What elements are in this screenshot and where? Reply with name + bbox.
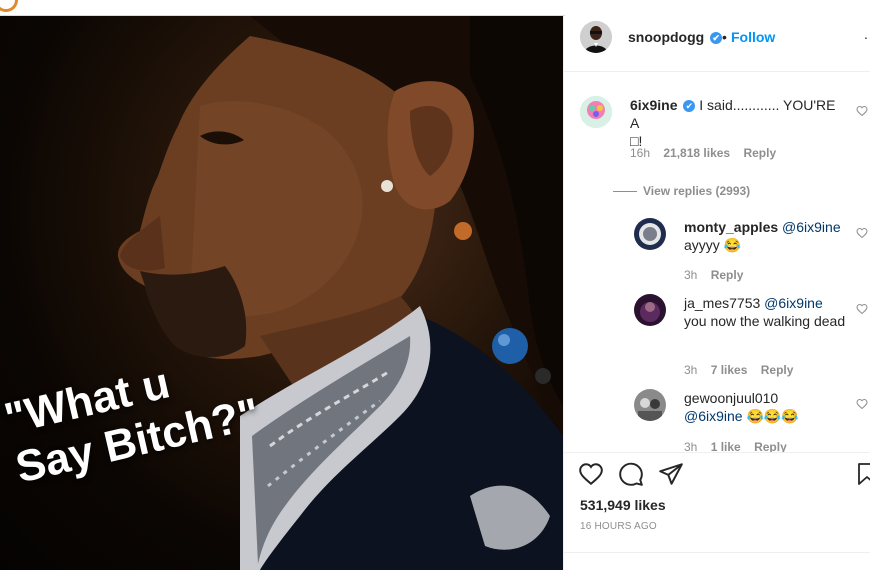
- reply-likes[interactable]: 1 like: [711, 440, 741, 452]
- author-username[interactable]: snoopdogg: [628, 29, 704, 45]
- reply-username[interactable]: ja_mes7753: [684, 295, 760, 311]
- like-reply-heart-icon[interactable]: [856, 303, 868, 315]
- story-ring-fragment: [0, 0, 18, 12]
- post-sidebar: snoopdogg ✔ • Follow ... 6ix9ine ✔ I sai…: [563, 16, 870, 570]
- view-replies-button[interactable]: View replies (2993): [613, 184, 751, 198]
- verified-icon: ✔: [710, 32, 723, 44]
- reply-age: 3h: [684, 440, 698, 452]
- reply-body: gewoonjuul010 @6ix9ine 😂😂😂: [684, 389, 849, 425]
- verified-icon: ✔: [683, 100, 696, 112]
- follow-button[interactable]: Follow: [731, 29, 775, 45]
- reply-text: 😂😂😂: [746, 408, 799, 424]
- reply-likes[interactable]: 7 likes: [711, 363, 748, 377]
- reply-mention[interactable]: @6ix9ine: [764, 295, 823, 311]
- post-actions: 531,949 likes 16 HOURS AGO: [564, 452, 870, 571]
- bookmark-icon[interactable]: [856, 461, 870, 487]
- post-timestamp[interactable]: 16 HOURS AGO: [580, 521, 657, 532]
- like-reply-heart-icon[interactable]: [856, 398, 868, 410]
- top-strip: [0, 0, 870, 16]
- reply-body: monty_apples @6ix9ine ayyyy 😂: [684, 218, 849, 254]
- comment-icon[interactable]: [618, 461, 644, 487]
- post-photo[interactable]: "What u Say Bitch?": [0, 16, 563, 570]
- divider: [564, 552, 870, 553]
- more-options-icon[interactable]: ...: [864, 26, 870, 42]
- like-reply-heart-icon[interactable]: [856, 227, 868, 239]
- reply-button[interactable]: Reply: [754, 440, 787, 452]
- view-replies-label: View replies (2993): [643, 184, 751, 198]
- comments-list: 6ix9ine ✔ I said............ YOU'RE A □!…: [564, 72, 870, 452]
- like-comment-heart-icon[interactable]: [856, 105, 868, 117]
- reply-age: 3h: [684, 268, 698, 282]
- post-header: snoopdogg ✔ • Follow ...: [564, 16, 870, 72]
- author-avatar[interactable]: [580, 21, 612, 53]
- comment-age: 16h: [630, 146, 651, 160]
- share-icon[interactable]: [658, 461, 684, 487]
- reply-age: 3h: [684, 363, 698, 377]
- reply-meta: 3h Reply: [684, 268, 753, 282]
- commenter-avatar[interactable]: [580, 96, 612, 128]
- author-username-row: snoopdogg ✔: [628, 29, 723, 45]
- replier-avatar-image: [634, 389, 666, 421]
- replier-avatar-image: [634, 294, 666, 326]
- comment-username[interactable]: 6ix9ine: [630, 97, 677, 113]
- reply-text: you now the walking dead: [684, 313, 846, 329]
- heart-icon[interactable]: [578, 461, 604, 487]
- reply-meta: 3h 7 likes Reply: [684, 363, 803, 377]
- reply-body: ja_mes7753 @6ix9ine you now the walking …: [684, 294, 849, 330]
- reply-username[interactable]: gewoonjuul010: [684, 390, 778, 406]
- reply-meta: 3h 1 like Reply: [684, 440, 797, 452]
- author-avatar-image: [580, 21, 612, 53]
- comment-likes[interactable]: 21,818 likes: [663, 146, 730, 160]
- separator-dot: •: [722, 29, 727, 45]
- replier-avatar[interactable]: [634, 294, 666, 326]
- comment-meta: 16h 21,818 likes Reply: [630, 146, 786, 160]
- reply-button[interactable]: Reply: [761, 363, 794, 377]
- reply-button[interactable]: Reply: [711, 268, 744, 282]
- comment-body: 6ix9ine ✔ I said............ YOU'RE A □!: [630, 96, 840, 150]
- post-likes-count[interactable]: 531,949 likes: [580, 497, 666, 513]
- replier-avatar[interactable]: [634, 218, 666, 250]
- replier-avatar-image: [634, 218, 666, 250]
- view-replies-line: [613, 191, 637, 192]
- reply-mention[interactable]: @6ix9ine: [782, 219, 841, 235]
- commenter-avatar-image: [580, 96, 612, 128]
- reply-username[interactable]: monty_apples: [684, 219, 778, 235]
- replier-avatar[interactable]: [634, 389, 666, 421]
- photo-illustration: [117, 16, 563, 570]
- reply-button[interactable]: Reply: [743, 146, 776, 160]
- reply-mention[interactable]: @6ix9ine: [684, 408, 743, 424]
- reply-text: ayyyy 😂: [684, 237, 742, 253]
